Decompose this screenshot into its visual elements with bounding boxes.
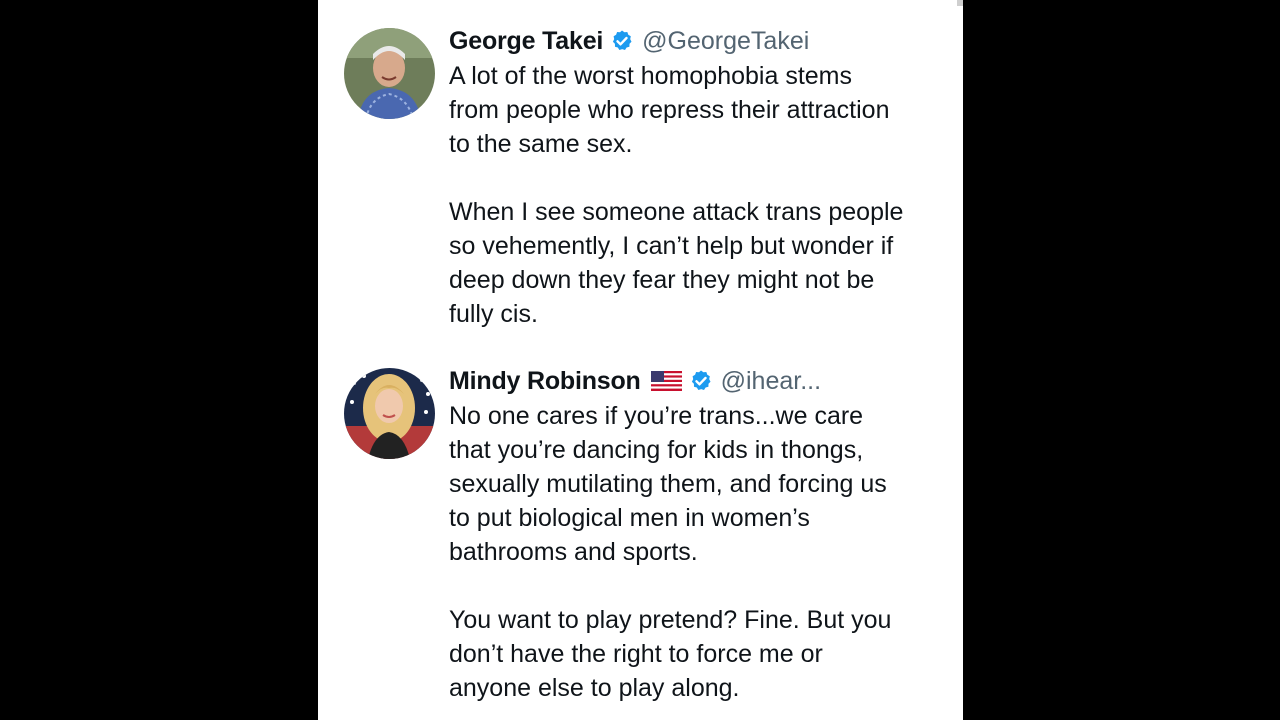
tweet-text: No one cares if you’re trans...we care t… <box>449 402 892 702</box>
profile-photo-icon <box>344 28 435 119</box>
tweet-header: George Takei @GeorgeTakei <box>449 24 809 58</box>
scroll-indicator <box>957 0 963 6</box>
verified-badge-icon <box>610 29 634 53</box>
display-name[interactable]: Mindy Robinson <box>449 367 641 396</box>
profile-photo-icon <box>344 368 435 459</box>
verified-badge-icon <box>689 369 713 393</box>
avatar-george-takei[interactable] <box>344 28 435 119</box>
tweet-header: Mindy Robinson @ihear... <box>449 364 821 398</box>
avatar-mindy-robinson[interactable] <box>344 368 435 459</box>
us-flag-icon <box>650 371 682 391</box>
user-handle[interactable]: @GeorgeTakei <box>642 27 809 56</box>
user-handle[interactable]: @ihear... <box>721 367 821 396</box>
screenshot-stage: George Takei @GeorgeTakei A lot of the w… <box>0 0 1280 720</box>
display-name[interactable]: George Takei <box>449 27 603 56</box>
tweet-text: A lot of the worst homophobia stems from… <box>449 62 904 328</box>
tweet-panel: George Takei @GeorgeTakei A lot of the w… <box>318 0 963 720</box>
